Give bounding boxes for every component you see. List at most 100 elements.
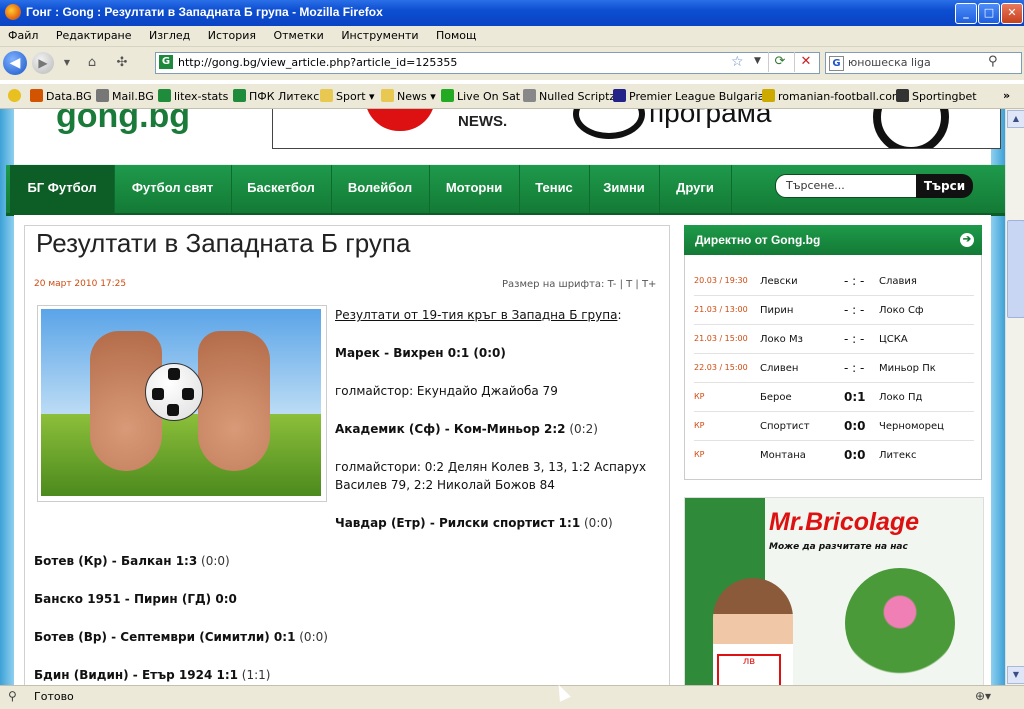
bookmark-folder-news[interactable]: News ▾	[381, 89, 436, 103]
vertical-scrollbar[interactable]: ▲ ▼	[1005, 109, 1024, 685]
bookmark-favicon-icon	[441, 89, 454, 102]
search-input[interactable]: юношеска liga	[848, 56, 931, 69]
site-search-button[interactable]: Търси	[916, 174, 973, 198]
menu-tools[interactable]: Инструменти	[333, 26, 424, 42]
bookmark-favicon-icon	[613, 89, 626, 102]
history-dropdown-icon[interactable]: ▼	[58, 58, 76, 74]
addon-icon[interactable]: ✣	[113, 55, 131, 71]
forward-button[interactable]: ▶	[32, 52, 54, 74]
menu-view[interactable]: Изглед	[141, 26, 196, 42]
menu-file[interactable]: Файл	[0, 26, 44, 42]
site-search-placeholder: Търсене...	[786, 179, 845, 192]
bookmark-star-icon[interactable]: ☆	[731, 54, 744, 70]
window-titlebar: Гонг : Gong : Резултати в Западната Б гр…	[0, 0, 1024, 26]
home-icon[interactable]: ⌂	[83, 55, 101, 71]
match-row[interactable]: 21.03 / 15:00 Локо Мз - : - ЦСКА	[694, 325, 974, 354]
nav-other[interactable]: Други	[659, 165, 732, 213]
photo-figure	[198, 331, 270, 471]
bookmark-favicon-icon	[158, 89, 171, 102]
find-icon[interactable]: ⚲	[8, 689, 17, 703]
nav-world-football[interactable]: Футбол свят	[114, 165, 232, 213]
address-dropdown-icon[interactable]: ▼	[754, 56, 761, 66]
photo-grass	[41, 414, 321, 496]
article-title: Резултати в Западната Б група	[36, 228, 411, 258]
result-line: Чавдар (Етр) - Рилски спортист 1:1 (0:0)	[335, 516, 613, 530]
status-text: Готово	[34, 690, 74, 703]
menu-bookmarks[interactable]: Отметки	[265, 26, 329, 42]
banner-swirl-shape	[573, 109, 645, 139]
close-button[interactable]: ✕	[1001, 3, 1023, 24]
menu-history[interactable]: История	[200, 26, 262, 42]
bookmark-folder-sport[interactable]: Sport ▾	[320, 89, 375, 103]
menu-edit[interactable]: Редактиране	[48, 26, 138, 42]
match-row[interactable]: КР Монтана 0:0 Литекс	[694, 441, 974, 469]
search-icon[interactable]: ⚲	[988, 54, 998, 69]
ad-brand: Mr.Bricolage	[769, 508, 920, 536]
bookmark-favicon-icon	[381, 89, 394, 102]
match-row[interactable]: 20.03 / 19:30 Левски - : - Славия	[694, 267, 974, 296]
match-row[interactable]: 22.03 / 15:00 Сливен - : - Миньор Пк	[694, 354, 974, 383]
football-icon	[145, 363, 203, 421]
search-engine-icon[interactable]: G	[829, 56, 844, 71]
bookmark-favicon-icon	[233, 89, 246, 102]
bookmark-item[interactable]: litex-stats	[158, 89, 228, 103]
site-header: gong.bg NEWS. програма	[14, 109, 1001, 164]
arrow-right-icon[interactable]: ➔	[960, 233, 974, 247]
bookmark-favicon-icon	[320, 89, 333, 102]
banner-circle-shape	[873, 109, 949, 148]
article: Резултати в Западната Б група 20 март 20…	[24, 225, 670, 685]
bookmark-item[interactable]: Premier League Bulgaria...	[613, 89, 775, 103]
search-bar[interactable]: G юношеска liga ⚲	[825, 52, 1022, 74]
bookmark-favicon-icon	[96, 89, 109, 102]
site-search-input[interactable]: Търсене...	[775, 174, 917, 198]
nav-winter[interactable]: Зимни	[589, 165, 660, 213]
bookmark-favicon-icon	[523, 89, 536, 102]
status-bar: ⚲ Готово ⊕▾	[0, 685, 1024, 709]
article-date: 20 март 2010 17:25	[34, 279, 127, 289]
bookmark-item[interactable]: Live On Sat	[441, 89, 520, 103]
match-row[interactable]: 21.03 / 13:00 Пирин - : - Локо Сф	[694, 296, 974, 325]
bookmark-item[interactable]: romanian-football.com	[762, 89, 903, 103]
ad-slogan: Може да разчитате на нас	[769, 542, 908, 552]
result-line: Марек - Вихрен 0:1 (0:0)	[335, 346, 506, 360]
window-title: Гонг : Gong : Резултати в Западната Б гр…	[26, 5, 383, 19]
nav-motorsport[interactable]: Моторни	[429, 165, 520, 213]
firefox-icon	[5, 4, 21, 20]
reload-icon[interactable]: ⟳	[768, 52, 791, 72]
minimize-button[interactable]: _	[955, 3, 977, 24]
scroll-down-icon[interactable]: ▼	[1007, 666, 1024, 684]
bookmark-item[interactable]: Sportingbet	[896, 89, 977, 103]
main-content: Резултати в Западната Б група 20 март 20…	[14, 215, 991, 685]
bricolage-ad[interactable]: Mr.Bricolage Може да разчитате на нас лв	[684, 497, 984, 685]
zoom-icon[interactable]: ⊕▾	[975, 689, 991, 703]
match-row[interactable]: КР Берое 0:1 Локо Пд	[694, 383, 974, 412]
stop-icon[interactable]: ✕	[794, 52, 817, 72]
bookmark-favicon-icon	[762, 89, 775, 102]
match-row[interactable]: КР Спортист 0:0 Черноморец	[694, 412, 974, 441]
nav-tennis[interactable]: Тенис	[519, 165, 590, 213]
nav-bg-football[interactable]: БГ Футбол	[10, 165, 115, 213]
maximize-button[interactable]: □	[978, 3, 1000, 24]
nav-volleyball[interactable]: Волейбол	[331, 165, 430, 213]
article-photo[interactable]	[37, 305, 327, 502]
address-bar[interactable]: G http://gong.bg/view_article.php?articl…	[155, 52, 820, 74]
bookmarks-star-icon	[8, 89, 24, 103]
bookmark-item[interactable]: Nulled Scriptz	[523, 89, 615, 103]
menu-help[interactable]: Помощ	[428, 26, 482, 42]
site-favicon-icon: G	[159, 55, 173, 69]
live-title: Директно от Gong.bg	[695, 233, 821, 247]
scroll-thumb[interactable]	[1007, 220, 1024, 318]
address-bar-url[interactable]: http://gong.bg/view_article.php?article_…	[178, 56, 457, 69]
font-size-controls[interactable]: Размер на шрифта: T- | T | T+	[502, 279, 656, 290]
intro-link[interactable]: Резултати от 19-тия кръг в Западна Б гру…	[335, 308, 617, 322]
site-logo[interactable]: gong.bg	[56, 109, 190, 136]
live-header[interactable]: Директно от Gong.bg ➔	[684, 225, 982, 255]
bookmark-item[interactable]: Mail.BG	[96, 89, 154, 103]
header-banner-ad[interactable]: NEWS. програма	[272, 109, 1001, 149]
nav-basketball[interactable]: Баскетбол	[231, 165, 332, 213]
scroll-up-icon[interactable]: ▲	[1007, 110, 1024, 128]
bookmark-item[interactable]: ПФК Литекс	[233, 89, 319, 103]
bookmarks-overflow-icon[interactable]: »	[1003, 89, 1010, 102]
back-button[interactable]: ◀	[3, 51, 27, 75]
bookmark-item[interactable]: Data.BG	[30, 89, 92, 103]
